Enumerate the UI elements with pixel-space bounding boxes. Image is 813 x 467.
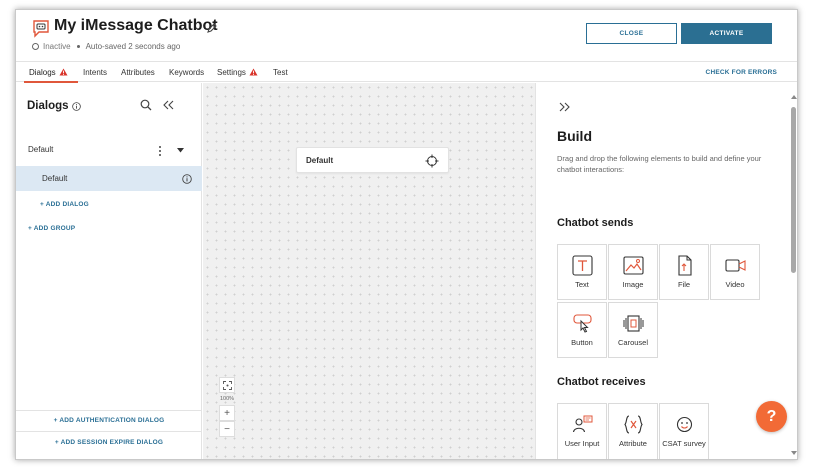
edit-pencil-icon[interactable]: [206, 22, 218, 34]
add-dialog-link[interactable]: + ADD DIALOG: [40, 201, 89, 208]
close-button[interactable]: CLOSE: [586, 23, 677, 44]
tab-keywords[interactable]: Keywords: [169, 62, 204, 82]
caret-down-icon[interactable]: [177, 148, 184, 153]
tab-test[interactable]: Test: [273, 62, 288, 82]
element-tile-carousel[interactable]: Carousel: [608, 302, 658, 358]
sidebar-title: Dialogs: [27, 100, 81, 112]
text-icon: [572, 255, 593, 276]
attribute-icon: [624, 415, 643, 434]
scroll-up-arrow-icon[interactable]: [791, 95, 797, 99]
add-group-link[interactable]: + ADD GROUP: [28, 225, 75, 232]
element-tile-image[interactable]: Image: [608, 244, 658, 300]
tab-label: Settings: [217, 67, 246, 77]
status-label: Inactive: [43, 42, 71, 51]
tile-label: File: [677, 280, 691, 289]
page-title: My iMessage Chatbot: [54, 17, 218, 34]
build-description: Drag and drop the following elements to …: [557, 154, 762, 174]
info-icon[interactable]: [182, 174, 192, 184]
tile-label: Video: [725, 280, 745, 289]
tile-label: Attribute: [619, 439, 647, 448]
tile-label: CSAT survey: [662, 439, 706, 448]
file-icon: [678, 255, 692, 276]
video-icon: [725, 259, 746, 272]
element-tile-csat-survey[interactable]: CSAT survey: [659, 403, 709, 459]
sidebar-title-label: Dialogs: [27, 100, 69, 112]
autosave-status: Auto-saved 2 seconds ago: [85, 42, 181, 51]
chatbot-receives-title: Chatbot receives: [557, 376, 646, 388]
tile-label: Text: [575, 280, 589, 289]
info-icon[interactable]: [71, 101, 81, 111]
status-circle-icon: [32, 43, 39, 50]
element-tile-attribute[interactable]: Attribute: [608, 403, 658, 459]
image-icon: [623, 256, 644, 275]
build-panel: Build Drag and drop the following elemen…: [535, 83, 797, 459]
flow-canvas[interactable]: Default 100% + −: [203, 83, 535, 459]
footer-session-row: + ADD SESSION EXPIRE DIALOG: [16, 431, 202, 453]
zoom-out-button[interactable]: −: [219, 421, 235, 437]
dialogs-sidebar: Dialogs Default Default + ADD DIALOG + A…: [16, 83, 202, 459]
tile-label: User Input: [564, 439, 600, 448]
status-row: Inactive Auto-saved 2 seconds ago: [32, 42, 180, 51]
scroll-thumb[interactable]: [791, 107, 796, 273]
tab-bar: Dialogs Intents Attributes Keywords Sett…: [16, 61, 797, 83]
header: My iMessage Chatbot Inactive Auto-saved …: [16, 10, 797, 61]
csat-icon: [676, 416, 693, 433]
chatbot-sends-title: Chatbot sends: [557, 217, 634, 229]
crosshair-target-icon[interactable]: [425, 154, 439, 168]
zoom-level: 100%: [219, 396, 235, 402]
tab-settings[interactable]: Settings: [217, 62, 258, 82]
element-tile-button[interactable]: Button: [557, 302, 607, 358]
tile-label: Image: [622, 280, 644, 289]
zoom-in-button[interactable]: +: [219, 405, 235, 421]
search-icon[interactable]: [140, 99, 152, 111]
more-options-icon[interactable]: [156, 145, 164, 157]
expand-double-chevron-icon[interactable]: [559, 102, 571, 112]
element-tile-video[interactable]: Video: [710, 244, 760, 300]
scroll-down-arrow-icon[interactable]: [791, 451, 797, 455]
carousel-icon: [623, 315, 644, 332]
dialog-label: Default: [42, 174, 68, 183]
app-window: My iMessage Chatbot Inactive Auto-saved …: [15, 9, 798, 460]
element-tile-user-input[interactable]: User Input: [557, 403, 607, 459]
tab-dialogs[interactable]: Dialogs: [29, 62, 68, 82]
panel-scrollbar[interactable]: [790, 93, 797, 458]
element-tile-file[interactable]: File: [659, 244, 709, 300]
check-for-errors-link[interactable]: CHECK FOR ERRORS: [706, 62, 777, 82]
user-input-icon: [572, 415, 593, 433]
collapse-double-chevron-icon[interactable]: [163, 100, 174, 110]
warning-icon: [249, 68, 258, 76]
element-tile-text[interactable]: Text: [557, 244, 607, 300]
group-label: Default: [28, 145, 54, 154]
tab-attributes[interactable]: Attributes: [121, 62, 155, 82]
warning-icon: [59, 68, 68, 76]
tab-label: Test: [273, 67, 288, 77]
add-session-expire-dialog-link[interactable]: + ADD SESSION EXPIRE DIALOG: [55, 439, 163, 446]
chatbot-logo-icon: [33, 20, 49, 38]
tab-label: Keywords: [169, 67, 205, 77]
tile-label: Button: [571, 338, 593, 347]
dialog-group-row[interactable]: Default: [16, 141, 202, 161]
dialog-node-default[interactable]: Default: [296, 147, 449, 173]
tile-label: Carousel: [617, 338, 648, 347]
add-authentication-dialog-link[interactable]: + ADD AUTHENTICATION DIALOG: [54, 417, 165, 424]
footer-auth-row: + ADD AUTHENTICATION DIALOG: [16, 410, 202, 430]
build-title: Build: [557, 128, 592, 144]
node-label: Default: [306, 156, 334, 165]
separator-dot: [76, 45, 80, 48]
fit-screen-icon: [222, 380, 232, 390]
tab-intents[interactable]: Intents: [83, 62, 107, 82]
tab-label: Attributes: [121, 67, 155, 77]
tab-label: Intents: [83, 67, 108, 77]
help-button[interactable]: ?: [756, 401, 787, 432]
activate-button[interactable]: ACTIVATE: [681, 23, 772, 44]
fit-to-screen-button[interactable]: [219, 377, 235, 393]
tab-label: Dialogs: [29, 67, 56, 77]
button-icon: [573, 314, 592, 333]
dialog-item-default[interactable]: Default: [16, 166, 202, 191]
